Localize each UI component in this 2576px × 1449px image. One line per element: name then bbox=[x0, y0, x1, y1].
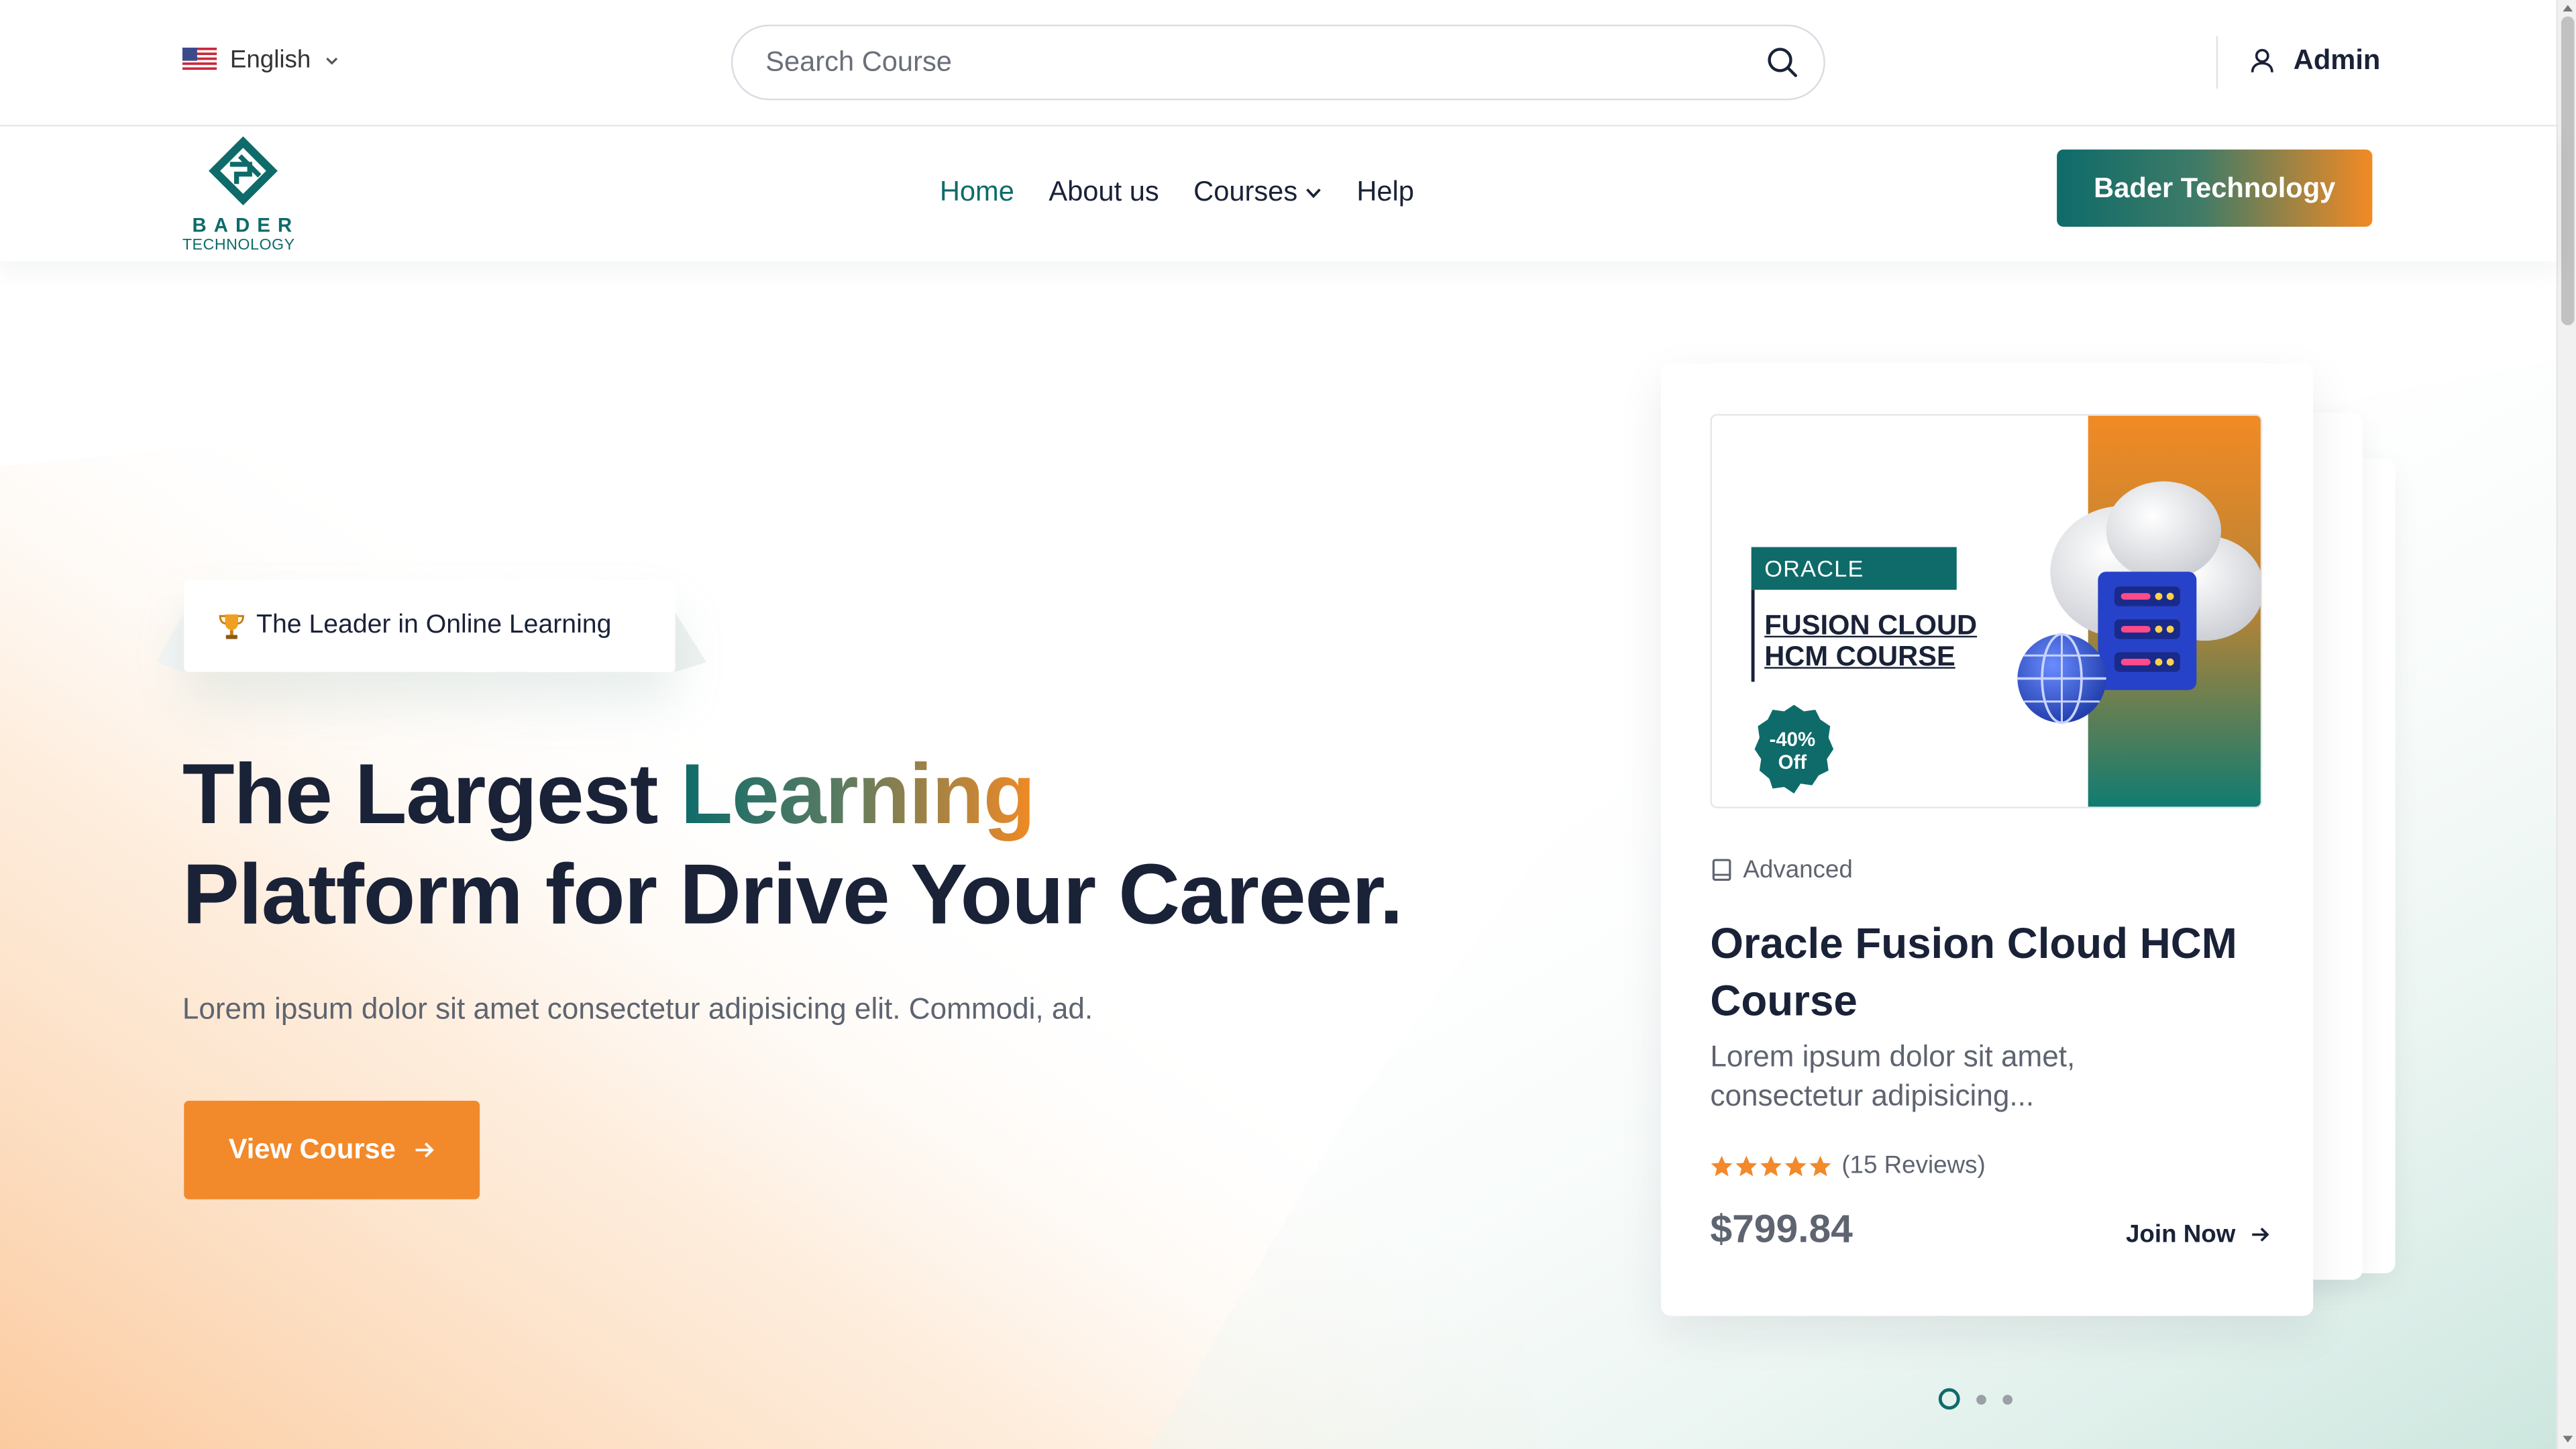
language-label: English bbox=[229, 46, 311, 74]
search-input[interactable] bbox=[765, 26, 1735, 99]
nav-item-home[interactable]: Home bbox=[940, 176, 1014, 209]
carousel-dot-2[interactable] bbox=[1976, 1393, 1986, 1404]
thumb-line1: FUSION CLOUD bbox=[1764, 609, 1978, 641]
logo-text-bader: BADER bbox=[192, 213, 300, 237]
star-icon bbox=[1711, 1155, 1733, 1176]
arrow-right-icon bbox=[2251, 1228, 2269, 1242]
badge-text: The Leader in Online Learning bbox=[256, 611, 612, 639]
hero-title: The Largest Learning Platform for Drive Y… bbox=[182, 747, 1403, 943]
course-level: Advanced bbox=[1710, 856, 1853, 884]
user-label: Admin bbox=[2293, 44, 2381, 76]
carousel-dot-3[interactable] bbox=[2002, 1393, 2013, 1404]
star-icon bbox=[1784, 1155, 1807, 1176]
carousel-pagination bbox=[1938, 1388, 2013, 1410]
us-flag-icon bbox=[182, 48, 217, 72]
rating-stars bbox=[1710, 1154, 1831, 1177]
course-description: Lorem ipsum dolor sit amet, consectetur … bbox=[1710, 1040, 2076, 1112]
trophy-icon bbox=[219, 614, 244, 639]
course-card[interactable]: ORACLE FUSION CLOUD HCM COURSE -40% Off … bbox=[1660, 363, 2314, 1316]
scroll-down-icon[interactable] bbox=[2561, 1433, 2575, 1446]
search-icon[interactable] bbox=[1764, 44, 1801, 80]
thumb-tag: ORACLE bbox=[1764, 555, 1864, 582]
language-selector[interactable]: English bbox=[182, 46, 341, 74]
logo-text-technology: TECHNOLOGY bbox=[182, 236, 295, 255]
course-thumbnail: ORACLE FUSION CLOUD HCM COURSE -40% Off bbox=[1710, 414, 2263, 808]
thumb-line2: HCM COURSE bbox=[1764, 641, 1955, 672]
hero-lead: Lorem ipsum dolor sit amet consectetur a… bbox=[182, 992, 1093, 1026]
book-icon bbox=[1712, 859, 1731, 881]
search-box bbox=[731, 24, 1825, 101]
discount-badge: -40% Off bbox=[1769, 727, 1816, 774]
scroll-up-icon[interactable] bbox=[2561, 1, 2575, 15]
nav-item-courses[interactable]: Courses bbox=[1193, 176, 1322, 209]
top-bar: English Admin bbox=[0, 0, 2557, 127]
review-count: (15 Reviews) bbox=[1841, 1151, 1986, 1180]
primary-nav: Home About us Courses Help bbox=[940, 176, 1414, 209]
brand-logo[interactable]: BADER TECHNOLOGY bbox=[182, 135, 314, 258]
join-now-link[interactable]: Join Now bbox=[2126, 1221, 2270, 1248]
carousel-dot-1[interactable] bbox=[1938, 1388, 1960, 1410]
star-icon bbox=[1809, 1155, 1831, 1176]
star-icon bbox=[1735, 1155, 1758, 1176]
page: English Admin bbox=[0, 0, 2576, 1449]
course-rating: (15 Reviews) bbox=[1710, 1151, 1986, 1180]
chevron-down-icon bbox=[326, 56, 338, 64]
arrow-right-icon bbox=[415, 1142, 434, 1158]
logo-mark-icon bbox=[209, 136, 278, 206]
course-price: $799.84 bbox=[1710, 1208, 1853, 1252]
page-scrollbar[interactable] bbox=[2556, 0, 2576, 1449]
hero-section: The Leader in Online Learning The Larges… bbox=[0, 261, 2557, 1449]
main-navbar: BADER TECHNOLOGY Home About us Courses H… bbox=[0, 126, 2557, 262]
user-icon bbox=[2251, 48, 2273, 72]
chevron-down-icon bbox=[1305, 187, 1321, 198]
star-icon bbox=[1760, 1155, 1782, 1176]
scrollbar-thumb[interactable] bbox=[2561, 16, 2575, 325]
topbar-divider bbox=[2216, 36, 2218, 89]
course-title[interactable]: Oracle Fusion Cloud HCM Course bbox=[1710, 915, 2277, 1030]
brand-cta-button[interactable]: Bader Technology bbox=[2057, 149, 2373, 227]
nav-item-about[interactable]: About us bbox=[1049, 176, 1159, 209]
user-account-link[interactable]: Admin bbox=[2247, 44, 2380, 77]
nav-item-help[interactable]: Help bbox=[1356, 176, 1414, 209]
hero-title-highlight: Learning bbox=[680, 747, 1035, 843]
view-course-button[interactable]: View Course bbox=[184, 1100, 480, 1199]
